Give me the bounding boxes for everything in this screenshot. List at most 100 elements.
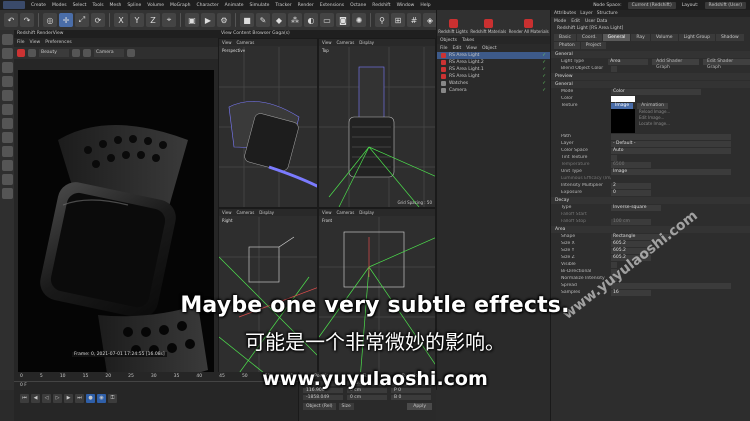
scale-icon[interactable]: ⤢ — [75, 13, 89, 27]
path-input[interactable] — [611, 133, 731, 140]
check-icon[interactable]: ✓ — [542, 74, 546, 79]
menu-create[interactable]: Create — [28, 3, 49, 8]
animation-button[interactable]: Animation — [637, 102, 669, 109]
renderview-menu-preferences[interactable]: Preferences — [45, 40, 71, 45]
light-icon[interactable]: ✺ — [352, 13, 366, 27]
vp-menu-cameras[interactable]: Cameras — [337, 40, 355, 45]
edit-shader-graph-button[interactable]: Edit Shader Graph — [703, 58, 750, 70]
tab-structure[interactable]: Structure — [597, 11, 618, 16]
camera-select[interactable]: Camera — [94, 49, 124, 57]
menu-animate[interactable]: Animate — [222, 3, 247, 8]
section-area[interactable]: Area — [551, 226, 750, 233]
aov-select[interactable]: Beauty — [39, 49, 69, 57]
go-to-start-icon[interactable]: ⏮ — [20, 393, 29, 403]
menu-simulate[interactable]: Simulate — [247, 3, 273, 8]
menu-help[interactable]: Help — [417, 3, 433, 8]
deformer-icon[interactable]: ◐ — [304, 13, 318, 27]
camera-icon[interactable]: ◙ — [336, 13, 350, 27]
check-icon[interactable]: ✓ — [542, 88, 546, 93]
tab-layer[interactable]: Layer — [580, 11, 593, 16]
autokey-icon[interactable]: ◉ — [97, 393, 106, 403]
play-icon[interactable]: ▷ — [53, 393, 62, 403]
apply-button[interactable]: Apply — [407, 403, 432, 410]
axis-y-icon[interactable]: Y — [130, 13, 144, 27]
menu-tools[interactable]: Tools — [89, 3, 106, 8]
menu-tracker[interactable]: Tracker — [272, 3, 294, 8]
lock-workplane-icon[interactable] — [1, 160, 13, 171]
axis-mode-icon[interactable] — [1, 104, 13, 115]
axis-z-icon[interactable]: Z — [146, 13, 160, 27]
check-icon[interactable]: ✓ — [542, 67, 546, 72]
subtab-basic[interactable]: Basic — [554, 34, 576, 41]
workplane-icon[interactable]: ⊞ — [391, 13, 405, 27]
vp-menu-view[interactable]: View — [222, 210, 232, 215]
tint-checkbox[interactable] — [611, 154, 617, 161]
section-decay[interactable]: Decay — [551, 197, 750, 204]
falloff-stop-input[interactable]: 100 cm — [611, 218, 651, 225]
image-button[interactable]: Image — [611, 102, 634, 109]
vp-menu-cameras[interactable]: Cameras — [237, 210, 255, 215]
key-selection-icon[interactable]: ⚿ — [108, 393, 117, 403]
menu-mesh[interactable]: Mesh — [107, 3, 125, 8]
model-mode-icon[interactable] — [1, 34, 13, 45]
menu-redshift[interactable]: Redshift — [369, 3, 393, 8]
render-view-icon[interactable]: ▣ — [185, 13, 199, 27]
spread-slider[interactable] — [611, 282, 731, 289]
pos-z-input[interactable]: -1858.049 — [303, 395, 343, 400]
intensity-input[interactable]: 2 — [611, 182, 651, 189]
exposure-input[interactable]: 0 — [611, 189, 651, 196]
menu-mograph[interactable]: MoGraph — [167, 3, 193, 8]
subdivision-icon[interactable]: ◆ — [272, 13, 286, 27]
subtab-light-group[interactable]: Light Group — [678, 34, 715, 41]
solo-icon[interactable] — [1, 132, 13, 143]
redshift-lights-button[interactable]: Redshift Lights — [438, 19, 468, 34]
light-type-select[interactable]: Area — [608, 58, 649, 65]
ob-menu-view[interactable]: View — [466, 46, 477, 51]
snap-icon[interactable]: ⚲ — [375, 13, 389, 27]
next-key-icon[interactable]: ▶ — [64, 393, 73, 403]
render-all-materials-button[interactable]: Render All Materials — [509, 19, 549, 34]
renderview-menu-file[interactable]: File — [17, 40, 25, 45]
subtab-general[interactable]: General — [602, 34, 631, 41]
coordinate-system-icon[interactable]: ⌖ — [162, 13, 176, 27]
unit-type-select[interactable]: Image — [611, 168, 731, 175]
uv-mode-icon[interactable] — [1, 90, 13, 101]
vp-menu-display[interactable]: Display — [359, 40, 374, 45]
menu-select[interactable]: Select — [70, 3, 90, 8]
view-icon[interactable]: ◈ — [423, 13, 437, 27]
grid-icon[interactable]: # — [407, 13, 421, 27]
object-row[interactable]: RS Area Light ✓ — [437, 52, 550, 59]
render-stop-icon[interactable] — [28, 49, 36, 57]
at-menu-mode[interactable]: Mode — [554, 19, 566, 24]
subtab-ray[interactable]: Ray — [631, 34, 650, 41]
menu-volume[interactable]: Volume — [144, 3, 167, 8]
vp-menu-view[interactable]: View — [222, 40, 232, 45]
node-space-select[interactable]: Current (Redshift) — [627, 1, 676, 9]
edges-mode-icon[interactable] — [1, 62, 13, 73]
subtab-photon[interactable]: Photon — [554, 42, 580, 49]
tweak-mode-icon[interactable] — [1, 118, 13, 129]
menu-render[interactable]: Render — [295, 3, 317, 8]
locate-image-button[interactable]: Locate Image... — [639, 121, 670, 126]
size-mode-select[interactable]: Size — [338, 403, 354, 410]
menu-extensions[interactable]: Extensions — [317, 3, 347, 8]
subtab-volume[interactable]: Volume — [650, 34, 678, 41]
vp-menu-display[interactable]: Display — [359, 210, 374, 215]
ob-menu-file[interactable]: File — [440, 46, 448, 51]
check-icon[interactable]: ✓ — [542, 53, 546, 58]
floor-icon[interactable]: ▭ — [320, 13, 334, 27]
axis-x-icon[interactable]: X — [114, 13, 128, 27]
check-icon[interactable]: ✓ — [542, 81, 546, 86]
section-general-sub[interactable]: General — [551, 81, 750, 88]
cube-icon[interactable]: ■ — [240, 13, 254, 27]
section-preview[interactable]: Preview — [551, 73, 750, 80]
temperature-input[interactable]: 6500 — [611, 161, 651, 168]
viewport-top[interactable]: View Cameras Display Top Grid Spacing : … — [318, 38, 436, 208]
vp-menu-cameras[interactable]: Cameras — [237, 40, 255, 45]
subtab-project[interactable]: Project — [580, 42, 607, 49]
reload-image-button[interactable]: Reload Image... — [639, 109, 670, 114]
at-menu-user-data[interactable]: User Data — [585, 19, 607, 24]
color-swatch[interactable] — [611, 95, 635, 102]
subtab-shadow[interactable]: Shadow — [715, 34, 744, 41]
object-row[interactable]: Watches ✓ — [437, 80, 550, 87]
